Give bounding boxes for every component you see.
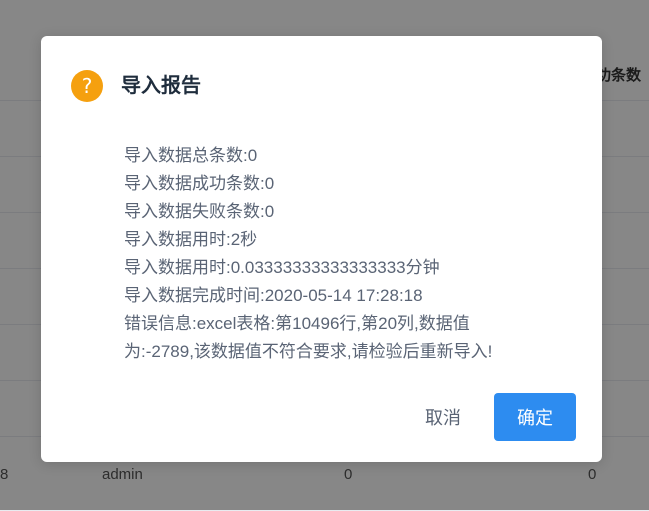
question-icon: ? bbox=[71, 70, 103, 102]
report-line-success: 导入数据成功条数:0 bbox=[124, 174, 275, 193]
import-report-dialog: ? 导入报告 导入数据总条数:0 导入数据成功条数:0 导入数据失败条数:0 导… bbox=[41, 36, 602, 462]
report-line-finish-time: 导入数据完成时间:2020-05-14 17:28:18 bbox=[124, 286, 423, 305]
report-line-time-minutes: 导入数据用时:0.03333333333333333分钟 bbox=[124, 258, 440, 277]
cancel-button[interactable]: 取消 bbox=[401, 393, 485, 441]
confirm-button[interactable]: 确定 bbox=[494, 393, 576, 441]
dialog-title: 导入报告 bbox=[121, 75, 201, 97]
dialog-message: 导入数据总条数:0 导入数据成功条数:0 导入数据失败条数:0 导入数据用时:2… bbox=[124, 142, 564, 366]
report-line-time-seconds: 导入数据用时:2秒 bbox=[124, 230, 258, 249]
report-line-failed: 导入数据失败条数:0 bbox=[124, 202, 275, 221]
report-line-error: 错误信息:excel表格:第10496行,第20列,数据值 bbox=[124, 314, 470, 333]
report-line-total: 导入数据总条数:0 bbox=[124, 146, 258, 165]
report-line-error-cont: 为:-2789,该数据值不符合要求,请检验后重新导入! bbox=[124, 342, 493, 361]
